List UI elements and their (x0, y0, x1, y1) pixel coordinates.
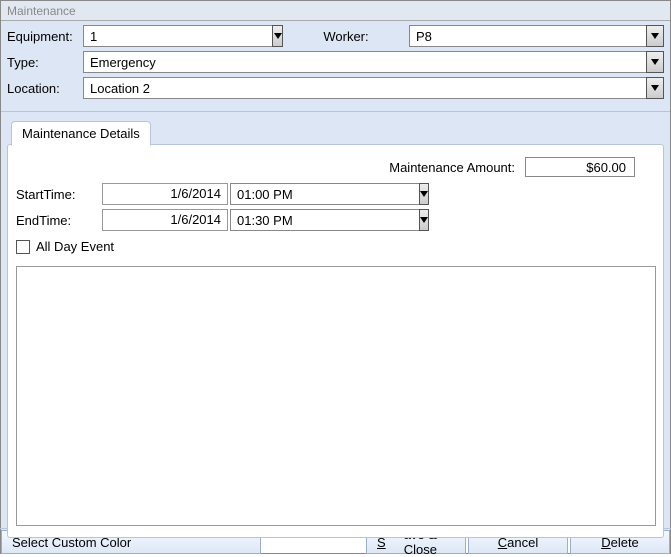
end-time-combo[interactable] (230, 209, 328, 231)
location-input[interactable] (83, 77, 646, 99)
details-panel: Maintenance Amount: $60.00 StartTime: 1/… (7, 144, 664, 538)
tab-maintenance-details[interactable]: Maintenance Details (11, 121, 151, 146)
type-combo[interactable] (83, 51, 664, 73)
end-time-dropdown-button[interactable] (419, 209, 429, 231)
amount-label: Maintenance Amount: (389, 160, 515, 175)
equipment-combo[interactable] (83, 25, 283, 47)
notes-textarea[interactable] (16, 266, 656, 526)
header-panel: Equipment: Worker: Type: Location: (1, 21, 670, 112)
location-combo[interactable] (83, 77, 664, 99)
start-date-field[interactable]: 1/6/2014 (102, 183, 228, 205)
end-date-field[interactable]: 1/6/2014 (102, 209, 228, 231)
start-time-dropdown-button[interactable] (419, 183, 429, 205)
worker-combo[interactable] (409, 25, 664, 47)
location-dropdown-button[interactable] (646, 77, 664, 99)
chevron-down-icon (420, 217, 428, 223)
type-input[interactable] (83, 51, 646, 73)
chevron-down-icon (274, 33, 282, 39)
worker-label: Worker: (287, 29, 405, 44)
all-day-checkbox[interactable] (16, 240, 30, 254)
type-dropdown-button[interactable] (646, 51, 664, 73)
location-label: Location: (7, 81, 79, 96)
chevron-down-icon (651, 33, 659, 39)
all-day-label: All Day Event (36, 239, 114, 254)
end-time-label: EndTime: (16, 213, 102, 228)
equipment-label: Equipment: (7, 29, 79, 44)
tab-strip: Maintenance Details (1, 112, 670, 145)
start-time-combo[interactable] (230, 183, 328, 205)
equipment-dropdown-button[interactable] (272, 25, 283, 47)
chevron-down-icon (651, 85, 659, 91)
start-time-input[interactable] (230, 183, 419, 205)
tab-area: Maintenance Details Maintenance Amount: … (1, 112, 670, 538)
amount-value[interactable]: $60.00 (525, 157, 635, 177)
chevron-down-icon (420, 191, 428, 197)
end-time-input[interactable] (230, 209, 419, 231)
window-title: Maintenance (1, 1, 670, 21)
start-time-label: StartTime: (16, 187, 102, 202)
chevron-down-icon (651, 59, 659, 65)
type-label: Type: (7, 55, 79, 70)
worker-dropdown-button[interactable] (646, 25, 664, 47)
equipment-input[interactable] (83, 25, 272, 47)
worker-input[interactable] (409, 25, 646, 47)
